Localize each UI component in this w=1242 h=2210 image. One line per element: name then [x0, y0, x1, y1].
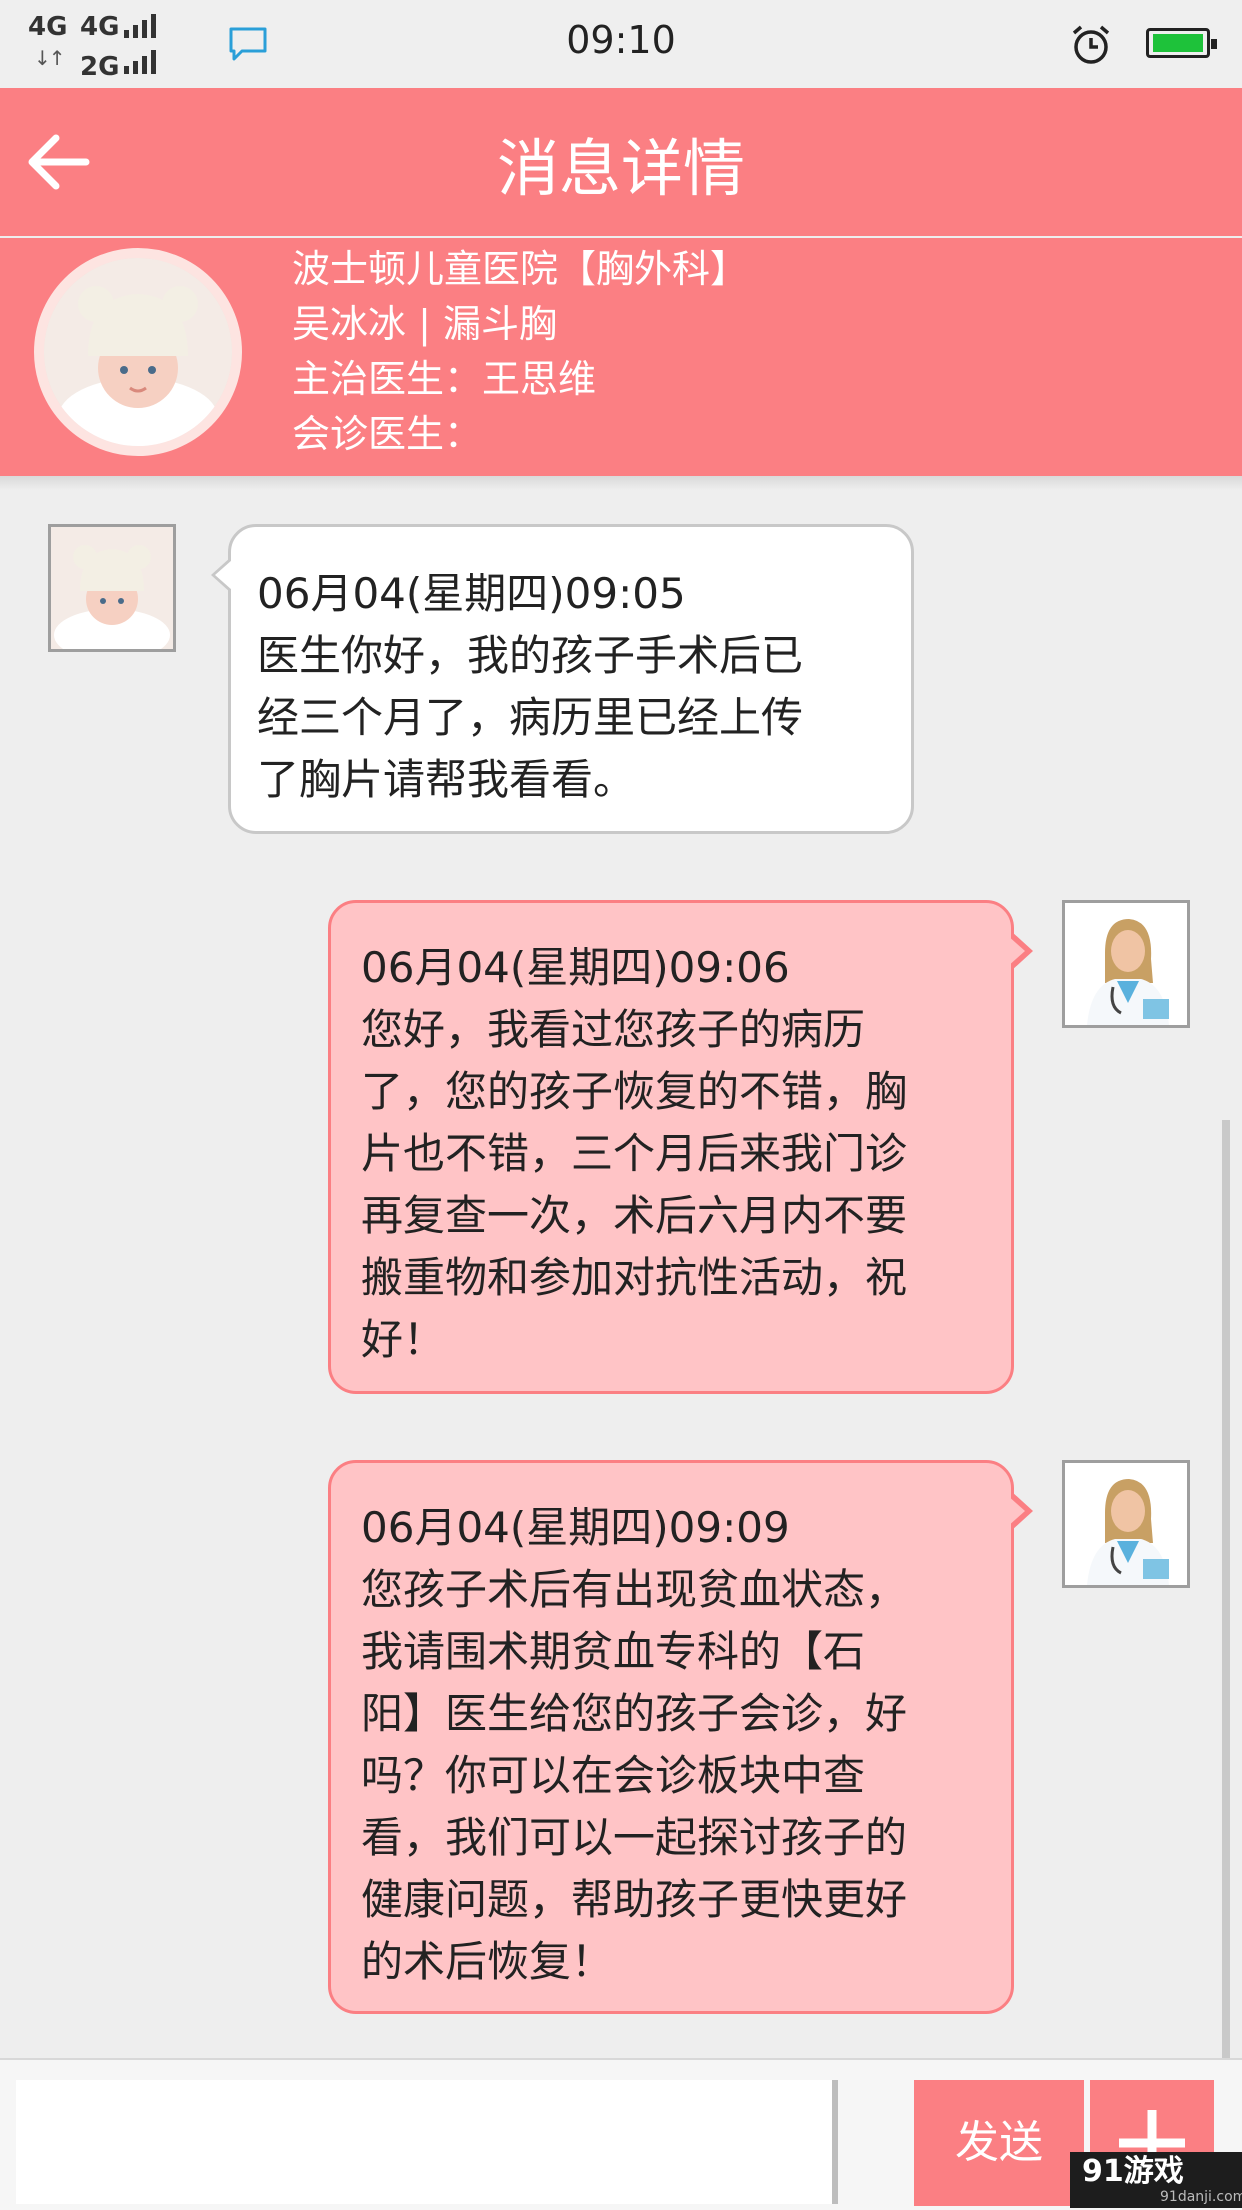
message-line: 看，我们可以一起探讨孩子的	[361, 1813, 908, 1862]
header-shadow	[0, 476, 1242, 490]
message-line: 的术后恢复！	[361, 1937, 614, 1986]
message-line: 医生你好，我的孩子手术后已	[257, 631, 804, 680]
message-line: 经三个月了，病历里已经上传	[257, 693, 804, 742]
message-timestamp: 06月04(星期四)09:06	[361, 943, 790, 992]
attending-doctor: 主治医生：王思维	[292, 357, 597, 401]
patient-header: 波士顿儿童医院【胸外科】 吴冰冰 | 漏斗胸 主治医生：王思维 会诊医生：	[0, 238, 1242, 476]
status-bar: 4G 4G ↓↑ 2G 09:10	[0, 0, 1242, 88]
doctor-avatar[interactable]	[1062, 1460, 1190, 1588]
doctor-avatar[interactable]	[1062, 900, 1190, 1028]
battery-level	[1153, 34, 1203, 52]
message-bubble-outgoing[interactable]: 06月04(星期四)09:06 您好，我看过您孩子的病历 了，您的孩子恢复的不错…	[328, 900, 1033, 1394]
message-line: 吗？你可以在会诊板块中查	[361, 1751, 866, 1800]
message-line: 搬重物和参加对抗性活动，祝	[361, 1253, 908, 1302]
patient-message-avatar[interactable]	[48, 524, 176, 652]
message-line: 了胸片请帮我看看。	[257, 755, 636, 804]
scrollbar[interactable]	[1222, 1120, 1230, 2060]
composer-bar: 发送	[0, 2058, 1242, 2210]
page-title: 消息详情	[496, 132, 745, 205]
message-line: 片也不错，三个月后来我门诊	[361, 1129, 908, 1178]
send-button[interactable]: 发送	[914, 2080, 1084, 2206]
message-line: 好！	[361, 1315, 446, 1364]
patient-name-condition: 吴冰冰 | 漏斗胸	[292, 302, 557, 346]
message-line: 您孩子术后有出现贫血状态，	[361, 1565, 908, 1614]
patient-avatar[interactable]	[34, 248, 242, 456]
title-bar: 消息详情	[0, 88, 1242, 236]
message-line: 我请围术期贫血专科的【石	[361, 1627, 866, 1676]
message-line: 您好，我看过您孩子的病历	[361, 1005, 866, 1054]
message-bubble-incoming[interactable]: 06月04(星期四)09:05 医生你好，我的孩子手术后已 经三个月了，病历里已…	[211, 524, 914, 834]
clock: 09:10	[566, 18, 676, 62]
watermark-domain: 91danji.com	[1160, 2189, 1242, 2205]
hospital-department: 波士顿儿童医院【胸外科】	[292, 247, 749, 291]
message-line: 再复查一次，术后六月内不要	[361, 1191, 908, 1240]
watermark-brand: 91游戏	[1082, 2154, 1184, 2189]
message-line: 健康问题，帮助孩子更快更好	[361, 1875, 908, 1924]
message-bubble-outgoing[interactable]: 06月04(星期四)09:09 您孩子术后有出现贫血状态， 我请围术期贫血专科的…	[328, 1460, 1033, 2014]
message-timestamp: 06月04(星期四)09:09	[361, 1503, 790, 1552]
message-input[interactable]	[16, 2080, 838, 2204]
battery-icon	[1146, 28, 1217, 58]
message-line: 了，您的孩子恢复的不错，胸	[361, 1067, 908, 1116]
watermark-logo: 91游戏 91danji.com	[1070, 2152, 1242, 2208]
consulting-doctor: 会诊医生：	[292, 412, 483, 456]
message-line: 阳】医生给您的孩子会诊，好	[361, 1689, 908, 1738]
message-timestamp: 06月04(星期四)09:05	[257, 569, 686, 618]
patient-info: 波士顿儿童医院【胸外科】 吴冰冰 | 漏斗胸 主治医生：王思维 会诊医生：	[292, 242, 748, 462]
alarm-clock-icon	[1072, 25, 1110, 64]
